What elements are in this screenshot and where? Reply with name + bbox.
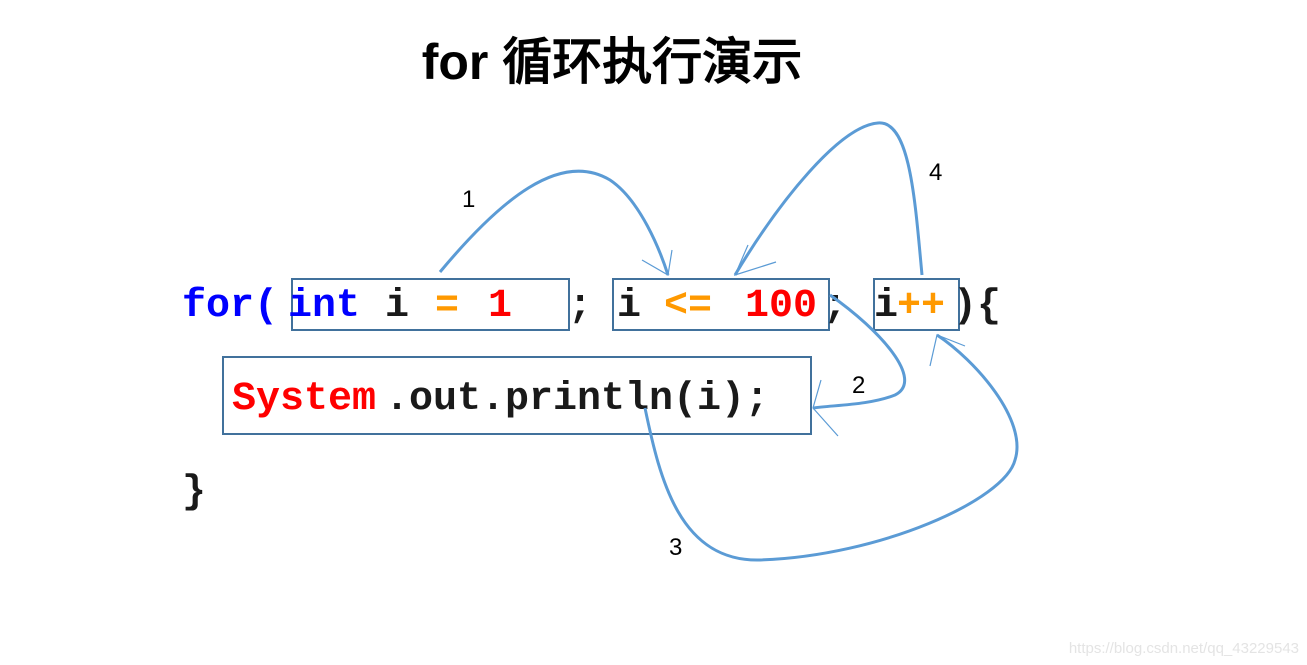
step-label-2: 2 <box>852 372 866 399</box>
step-label-1: 1 <box>462 186 476 213</box>
step-label-3: 3 <box>669 534 683 561</box>
arrowhead-3 <box>929 334 966 367</box>
arrow-step-4 <box>733 121 924 276</box>
arrows <box>438 121 1019 562</box>
arrow-step-3 <box>643 333 1019 562</box>
watermark: https://blog.csdn.net/qq_43229543 <box>1068 640 1299 657</box>
step-label-4: 4 <box>929 159 943 186</box>
arrowhead-4 <box>733 244 777 276</box>
diagram: for 循环执行演示 for(int i = 1; i <= 100; i ++){System… <box>0 0 1307 665</box>
